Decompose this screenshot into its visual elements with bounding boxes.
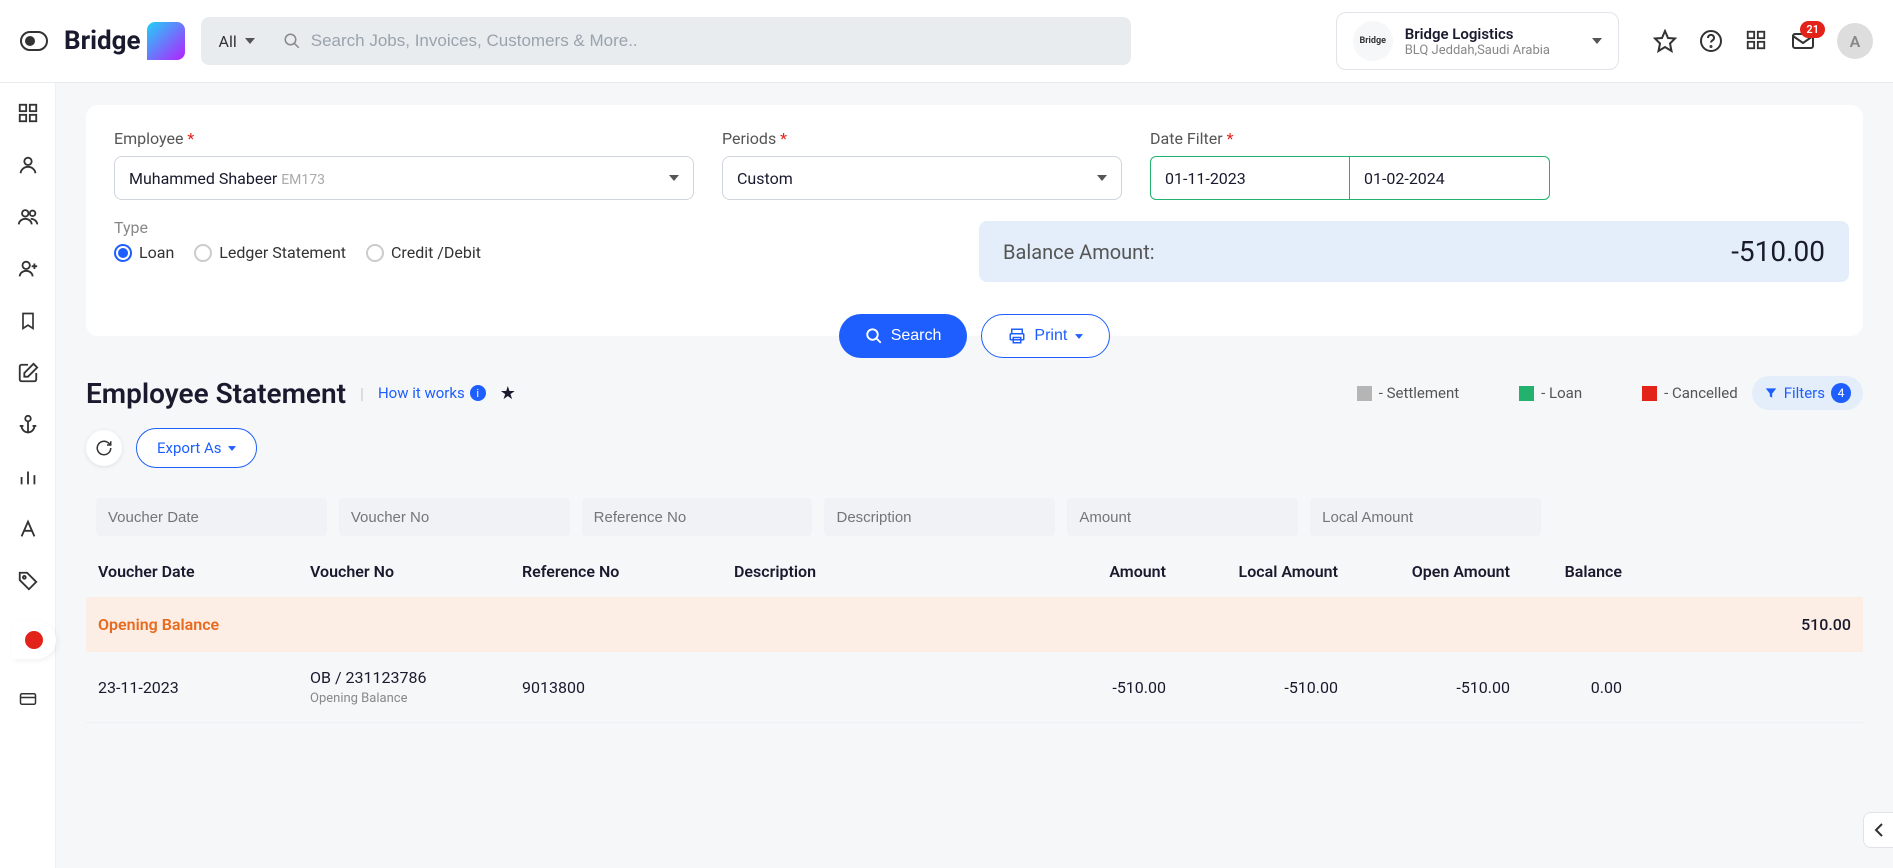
col-voucher-no[interactable]: Voucher No bbox=[310, 562, 510, 581]
user-avatar[interactable]: A bbox=[1837, 23, 1873, 59]
nav-add-user-icon[interactable] bbox=[16, 257, 40, 281]
filters-chip[interactable]: Filters 4 bbox=[1752, 376, 1863, 410]
refresh-icon bbox=[95, 439, 113, 457]
cell-open-amount: -510.00 bbox=[1350, 678, 1510, 697]
opening-balance-value: 510.00 bbox=[1751, 615, 1851, 634]
nav-bookmark-icon[interactable] bbox=[16, 309, 40, 333]
apps-icon[interactable] bbox=[1745, 29, 1769, 53]
nav-anchor-icon[interactable] bbox=[16, 413, 40, 437]
col-description[interactable]: Description bbox=[734, 562, 994, 581]
col-open-amount[interactable]: Open Amount bbox=[1350, 562, 1510, 581]
org-switcher[interactable]: Bridge Bridge Logistics BLQ Jeddah,Saudi… bbox=[1336, 12, 1619, 70]
legend-swatch-cancelled bbox=[1642, 386, 1657, 401]
nav-chart-icon[interactable] bbox=[16, 465, 40, 489]
avatar-initial: A bbox=[1850, 32, 1861, 51]
brand-logo-text: Bridge bbox=[64, 26, 141, 56]
filter-description[interactable] bbox=[824, 498, 1055, 536]
brand-logo-icon bbox=[147, 22, 185, 60]
nav-tag-icon[interactable] bbox=[16, 569, 40, 593]
chevron-down-icon bbox=[1075, 334, 1083, 339]
opening-balance-row: Opening Balance 510.00 bbox=[86, 597, 1863, 652]
col-voucher-date[interactable]: Voucher Date bbox=[98, 562, 298, 581]
collapse-panel-button[interactable] bbox=[1863, 812, 1893, 848]
chevron-down-icon bbox=[669, 175, 679, 181]
nav-font-icon[interactable] bbox=[16, 517, 40, 541]
nav-dashboard-icon[interactable] bbox=[16, 101, 40, 125]
nav-card-icon[interactable] bbox=[16, 687, 40, 711]
page-title: Employee Statement bbox=[86, 377, 346, 410]
print-button[interactable]: Print bbox=[981, 314, 1110, 358]
global-search: All bbox=[201, 17, 1131, 65]
chevron-left-icon bbox=[1874, 823, 1884, 837]
search-icon bbox=[865, 327, 883, 345]
nav-person-icon[interactable] bbox=[16, 153, 40, 177]
employee-select[interactable]: Muhammed Shabeer EM173 bbox=[114, 156, 694, 200]
legend: - Settlement - Loan - Cancelled bbox=[1357, 384, 1738, 402]
how-it-works-link[interactable]: How it works i bbox=[378, 384, 486, 402]
periods-select[interactable]: Custom bbox=[722, 156, 1122, 200]
balance-label: Balance Amount: bbox=[1003, 240, 1155, 264]
date-from-input[interactable]: 01-11-2023 bbox=[1150, 156, 1350, 200]
filter-voucher-no[interactable] bbox=[339, 498, 570, 536]
cell-voucher-date: 23-11-2023 bbox=[98, 678, 298, 697]
filters-count: 4 bbox=[1831, 383, 1851, 403]
legend-swatch-settlement bbox=[1357, 386, 1372, 401]
col-balance[interactable]: Balance bbox=[1522, 562, 1622, 581]
type-radio-ledger[interactable]: Ledger Statement bbox=[194, 243, 346, 262]
help-icon[interactable] bbox=[1699, 29, 1723, 53]
cell-local-amount: -510.00 bbox=[1178, 678, 1338, 697]
table-row[interactable]: 23-11-2023 OB / 231123786 Opening Balanc… bbox=[86, 652, 1863, 723]
balance-value: -510.00 bbox=[1731, 235, 1825, 268]
filter-amount[interactable] bbox=[1067, 498, 1298, 536]
search-category-dropdown[interactable]: All bbox=[201, 32, 273, 51]
type-radio-loan[interactable]: Loan bbox=[114, 243, 174, 262]
chevron-down-icon bbox=[1592, 38, 1602, 44]
col-reference-no[interactable]: Reference No bbox=[522, 562, 722, 581]
export-button[interactable]: Export As bbox=[136, 428, 257, 468]
opening-balance-label: Opening Balance bbox=[98, 615, 1739, 634]
filter-local-amount[interactable] bbox=[1310, 498, 1541, 536]
star-icon[interactable]: ★ bbox=[500, 383, 516, 404]
cell-balance: 0.00 bbox=[1522, 678, 1622, 697]
date-filter-label: Date Filter * bbox=[1150, 129, 1550, 148]
search-category-label: All bbox=[219, 32, 237, 51]
filter-reference-no[interactable] bbox=[582, 498, 813, 536]
filter-icon bbox=[1764, 386, 1778, 400]
brand-logo: Bridge bbox=[64, 22, 185, 60]
nav-users-icon[interactable] bbox=[16, 205, 40, 229]
filter-voucher-date[interactable] bbox=[96, 498, 327, 536]
search-icon bbox=[273, 32, 311, 50]
date-to-input[interactable]: 01-02-2024 bbox=[1350, 156, 1550, 200]
search-input[interactable] bbox=[311, 31, 1131, 51]
mail-icon[interactable]: 21 bbox=[1791, 29, 1815, 53]
col-local-amount[interactable]: Local Amount bbox=[1178, 562, 1338, 581]
org-logo: Bridge bbox=[1353, 21, 1393, 61]
favorites-icon[interactable] bbox=[1653, 29, 1677, 53]
nav-clock-icon[interactable] bbox=[12, 621, 56, 659]
org-name: Bridge Logistics bbox=[1405, 25, 1550, 43]
balance-amount-display: Balance Amount: -510.00 bbox=[979, 221, 1849, 282]
search-button[interactable]: Search bbox=[839, 314, 968, 358]
refresh-button[interactable] bbox=[86, 430, 122, 466]
table-header: Voucher Date Voucher No Reference No Des… bbox=[86, 546, 1863, 597]
col-amount[interactable]: Amount bbox=[1006, 562, 1166, 581]
chevron-down-icon bbox=[1097, 175, 1107, 181]
cell-amount: -510.00 bbox=[1006, 678, 1166, 697]
legend-swatch-loan bbox=[1519, 386, 1534, 401]
filter-card: Employee * Muhammed Shabeer EM173 Period… bbox=[86, 105, 1863, 336]
info-icon: i bbox=[470, 385, 486, 401]
chevron-down-icon bbox=[228, 446, 236, 451]
type-radio-credit[interactable]: Credit /Debit bbox=[366, 243, 481, 262]
print-icon bbox=[1008, 327, 1026, 345]
employee-label: Employee * bbox=[114, 129, 694, 148]
org-location: BLQ Jeddah,Saudi Arabia bbox=[1405, 43, 1550, 58]
visibility-toggle[interactable] bbox=[20, 31, 48, 51]
nav-edit-icon[interactable] bbox=[16, 361, 40, 385]
side-nav bbox=[0, 83, 56, 868]
cell-reference-no: 9013800 bbox=[522, 678, 722, 697]
notification-badge: 21 bbox=[1800, 21, 1825, 38]
cell-voucher-no: OB / 231123786 Opening Balance bbox=[310, 668, 510, 706]
chevron-down-icon bbox=[245, 38, 255, 44]
periods-label: Periods * bbox=[722, 129, 1122, 148]
